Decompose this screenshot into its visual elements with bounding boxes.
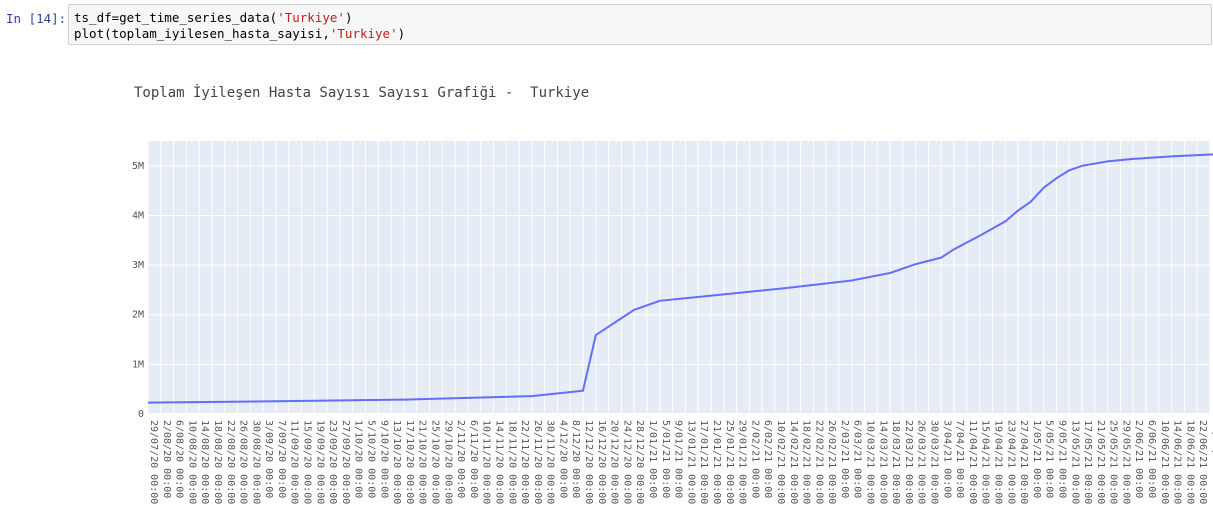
x-tick-label: 7/09/20 00:00 [276, 420, 287, 498]
y-tick-label: 4M [132, 210, 144, 221]
x-tick-label: 10/02/21 00:00 [775, 420, 786, 504]
x-tick-label: 6/06/21 00:00 [1146, 420, 1157, 498]
x-tick-label: 30/11/20 00:00 [545, 420, 556, 504]
x-tick-label: 1/10/20 00:00 [353, 420, 364, 498]
x-tick-label: 14/11/20 00:00 [493, 420, 504, 504]
y-tick-label: 5M [132, 161, 144, 172]
x-tick-label: 27/09/20 00:00 [340, 420, 351, 504]
x-tick-label: 25/10/20 00:00 [429, 420, 440, 504]
x-tick-label: 18/11/20 00:00 [506, 420, 517, 504]
x-tick-label: 26/03/21 00:00 [916, 420, 927, 504]
y-tick-label: 2M [132, 310, 144, 321]
x-tick-label: 2/02/21 00:00 [749, 420, 760, 498]
x-tick-label: 17/05/21 00:00 [1082, 420, 1093, 504]
x-tick-label: 7/04/21 00:00 [954, 420, 965, 498]
x-tick-label: 24/12/20 00:00 [621, 420, 632, 504]
x-tick-label: 29/07/20 00:00 [148, 420, 159, 504]
x-tick-label: 11/09/20 00:00 [289, 420, 300, 504]
x-tick-label: 11/04/21 00:00 [967, 420, 978, 504]
x-tick-label: 2/03/21 00:00 [839, 420, 850, 498]
x-tick-label: 23/04/21 00:00 [1005, 420, 1016, 504]
x-tick-label: 21/01/21 00:00 [711, 420, 722, 504]
x-tick-label: 17/01/21 00:00 [698, 420, 709, 504]
x-tick-label: 21/05/21 00:00 [1095, 420, 1106, 504]
x-tick-label: 22/02/21 00:00 [813, 420, 824, 504]
x-tick-label: 8/12/20 00:00 [570, 420, 581, 498]
x-tick-label: 9/05/21 00:00 [1056, 420, 1067, 498]
x-tick-label: 18/06/21 00:00 [1184, 420, 1195, 504]
x-tick-label: 22/06/21 00:00 [1197, 420, 1208, 504]
x-tick-label: 5/10/20 00:00 [366, 420, 377, 498]
x-tick-label: 2/11/20 00:00 [455, 420, 466, 498]
x-tick-label: 2/08/20 00:00 [161, 420, 172, 498]
x-tick-label: 15/09/20 00:00 [302, 420, 313, 504]
x-tick-label: 6/03/21 00:00 [852, 420, 863, 498]
x-tick-label: 26/11/20 00:00 [532, 420, 543, 504]
x-tick-label: 26/08/20 00:00 [238, 420, 249, 504]
x-tick-label: 29/05/21 00:00 [1120, 420, 1131, 504]
x-tick-label: 22/08/20 00:00 [225, 420, 236, 504]
x-tick-label: 10/11/20 00:00 [481, 420, 492, 504]
x-axis-ticks: 29/07/20 00:00 2/08/20 00:00 6/08/20 00:00… [148, 420, 1213, 504]
x-tick-label: 25/05/21 00:00 [1108, 420, 1119, 504]
y-tick-label: 1M [132, 359, 144, 370]
x-tick-label: 12/12/20 00:00 [583, 420, 594, 504]
x-tick-label: 18/03/21 00:00 [890, 420, 901, 504]
x-tick-label: 9/01/21 00:00 [673, 420, 684, 498]
x-tick-label: 14/03/21 00:00 [877, 420, 888, 504]
x-tick-label: 6/11/20 00:00 [468, 420, 479, 498]
x-tick-label: 29/01/21 00:00 [737, 420, 748, 504]
x-tick-label: 20/12/20 00:00 [609, 420, 620, 504]
x-tick-label: 13/01/21 00:00 [685, 420, 696, 504]
x-tick-label: 19/04/21 00:00 [992, 420, 1003, 504]
x-tick-label: 19/09/20 00:00 [314, 420, 325, 504]
x-tick-label: 14/06/21 00:00 [1172, 420, 1183, 504]
x-tick-label: 2/06/21 00:00 [1133, 420, 1144, 498]
x-tick-label: 14/02/21 00:00 [788, 420, 799, 504]
x-tick-label: 26/02/21 00:00 [826, 420, 837, 504]
x-tick-label: 5/01/21 00:00 [660, 420, 671, 498]
x-tick-label: 3/09/20 00:00 [263, 420, 274, 498]
x-tick-label: 18/02/21 00:00 [801, 420, 812, 504]
x-tick-label: 16/12/20 00:00 [596, 420, 607, 504]
chart-svg: 01M2M3M4M5M 29/07/20 00:00 2/08/20 00:00 6… [132, 141, 1213, 504]
x-tick-label: 4/12/20 00:00 [557, 420, 568, 498]
x-tick-label: 1/01/21 00:00 [647, 420, 658, 498]
y-tick-label: 0 [138, 409, 144, 420]
x-tick-label: 21/10/20 00:00 [417, 420, 428, 504]
x-tick-label: 9/10/20 00:00 [378, 420, 389, 498]
x-tick-label: 13/10/20 00:00 [391, 420, 402, 504]
x-tick-label: 22/03/21 00:00 [903, 420, 914, 504]
y-tick-label: 3M [132, 260, 144, 271]
x-tick-label: 10/03/21 00:00 [865, 420, 876, 504]
x-tick-label: 28/12/20 00:00 [634, 420, 645, 504]
x-tick-label: 15/04/21 00:00 [980, 420, 991, 504]
x-tick-label: 27/04/21 00:00 [1018, 420, 1029, 504]
x-tick-label: 14/08/20 00:00 [199, 420, 210, 504]
x-tick-label: 10/06/21 00:00 [1159, 420, 1170, 504]
x-tick-label: 18/08/20 00:00 [212, 420, 223, 504]
x-tick-label: 22/11/20 00:00 [519, 420, 530, 504]
x-tick-label: 10/08/20 00:00 [186, 420, 197, 504]
x-tick-label: 25/01/21 00:00 [724, 420, 735, 504]
y-axis-ticks: 0 1M 2M 3M 4M 5M [132, 161, 144, 420]
x-tick-label: 13/05/21 00:00 [1069, 420, 1080, 504]
x-tick-label: 1/05/21 00:00 [1031, 420, 1042, 498]
x-tick-label: 29/10/20 00:00 [442, 420, 453, 504]
x-tick-label: 30/03/21 00:00 [929, 420, 940, 504]
x-tick-label: 5/05/21 00:00 [1044, 420, 1055, 498]
x-tick-label: 17/10/20 00:00 [404, 420, 415, 504]
x-tick-label: 6/08/20 00:00 [174, 420, 185, 498]
x-tick-label: 23/09/20 00:00 [327, 420, 338, 504]
x-tick-label: 30/08/20 00:00 [250, 420, 261, 504]
x-tick-label: 6/02/21 00:00 [762, 420, 773, 498]
x-tick-label: 3/04/21 00:00 [941, 420, 952, 498]
